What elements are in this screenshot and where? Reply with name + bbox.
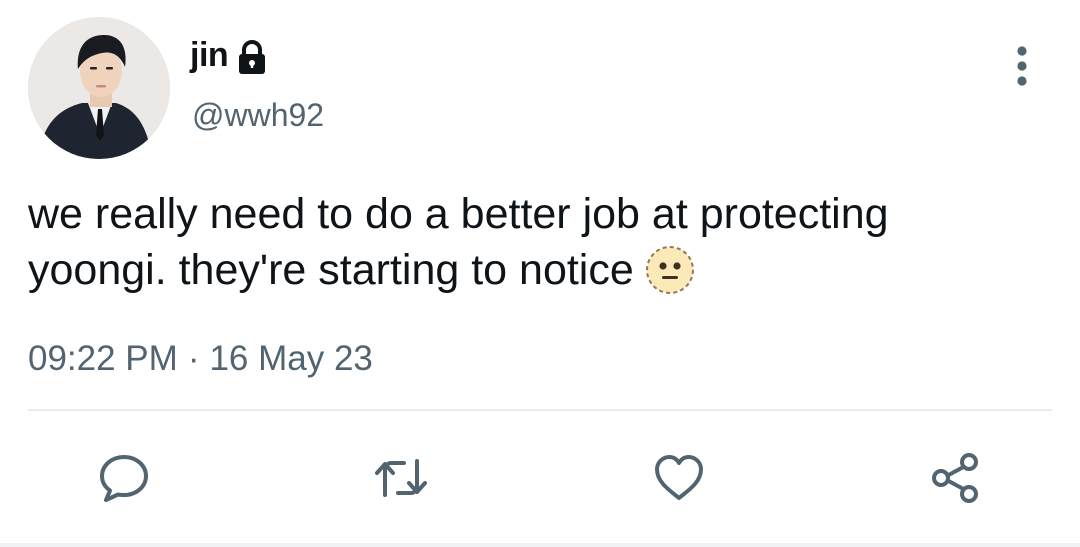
user-name-row: jin: [190, 30, 268, 80]
more-options-button[interactable]: [1004, 44, 1040, 88]
more-vertical-icon: [1017, 46, 1027, 86]
like-button[interactable]: [651, 450, 707, 506]
avatar[interactable]: [28, 17, 170, 159]
retweet-icon: [375, 459, 427, 497]
reply-button[interactable]: [96, 450, 152, 506]
retweet-button[interactable]: [373, 450, 429, 506]
speech-bubble-icon: [100, 455, 148, 502]
user-handle[interactable]: @wwh92: [192, 97, 324, 134]
meta-separator: ·: [187, 339, 200, 378]
lock-icon: [239, 40, 266, 74]
tweet-date: 16 May 23: [209, 339, 373, 378]
bottom-divider: [0, 543, 1080, 547]
share-button[interactable]: [928, 450, 984, 506]
share-icon: [932, 453, 978, 503]
dotted-line-face-emoji-icon: [645, 245, 694, 294]
divider: [28, 409, 1052, 411]
profile-photo: [28, 17, 170, 159]
tweet-meta: 09:22 PM · 16 May 23: [28, 338, 373, 380]
heart-icon: [655, 455, 703, 500]
tweet-time: 09:22 PM: [28, 339, 178, 378]
tweet-body: we really need to do a better job at pro…: [28, 190, 889, 294]
display-name[interactable]: jin: [190, 36, 229, 75]
tweet-text: we really need to do a better job at pro…: [28, 186, 1038, 299]
